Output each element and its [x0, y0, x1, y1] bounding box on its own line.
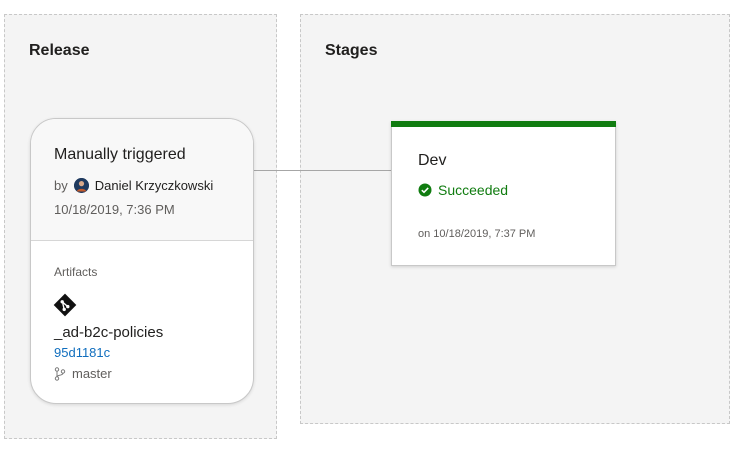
- stage-date: on 10/18/2019, 7:37 PM: [418, 228, 536, 240]
- stage-status-label: Succeeded: [438, 182, 509, 198]
- stage-status: Succeeded: [418, 182, 508, 198]
- artifact-commit-link[interactable]: 95d1181c: [54, 345, 110, 360]
- git-icon: [53, 293, 77, 317]
- stage-name: Dev: [418, 152, 447, 169]
- stage-card-dev[interactable]: Dev Succeeded on 10/18/2019, 7:37 PM: [391, 121, 616, 266]
- branch-row: master: [54, 366, 112, 381]
- branch-icon: [54, 366, 66, 381]
- branch-name: master: [72, 366, 112, 381]
- by-label: by: [54, 178, 68, 193]
- release-section-title: Release: [29, 42, 90, 59]
- trigger-section: Manually triggered by Daniel Krzyczkowsk…: [31, 119, 253, 241]
- trigger-author[interactable]: Daniel Krzyczkowski: [95, 178, 213, 193]
- release-card[interactable]: Manually triggered by Daniel Krzyczkowsk…: [30, 118, 254, 404]
- artifact-name[interactable]: _ad-b2c-policies: [54, 324, 163, 341]
- stage-status-bar: [391, 121, 616, 127]
- avatar: [73, 178, 89, 193]
- trigger-date: 10/18/2019, 7:36 PM: [54, 202, 175, 217]
- trigger-title: Manually triggered: [54, 146, 186, 163]
- stages-section-title: Stages: [325, 42, 378, 59]
- trigger-author-row: by Daniel Krzyczkowski: [54, 178, 213, 193]
- artifacts-label: Artifacts: [54, 265, 98, 279]
- release-stage-connector: [253, 170, 391, 171]
- check-circle-icon: [418, 183, 432, 197]
